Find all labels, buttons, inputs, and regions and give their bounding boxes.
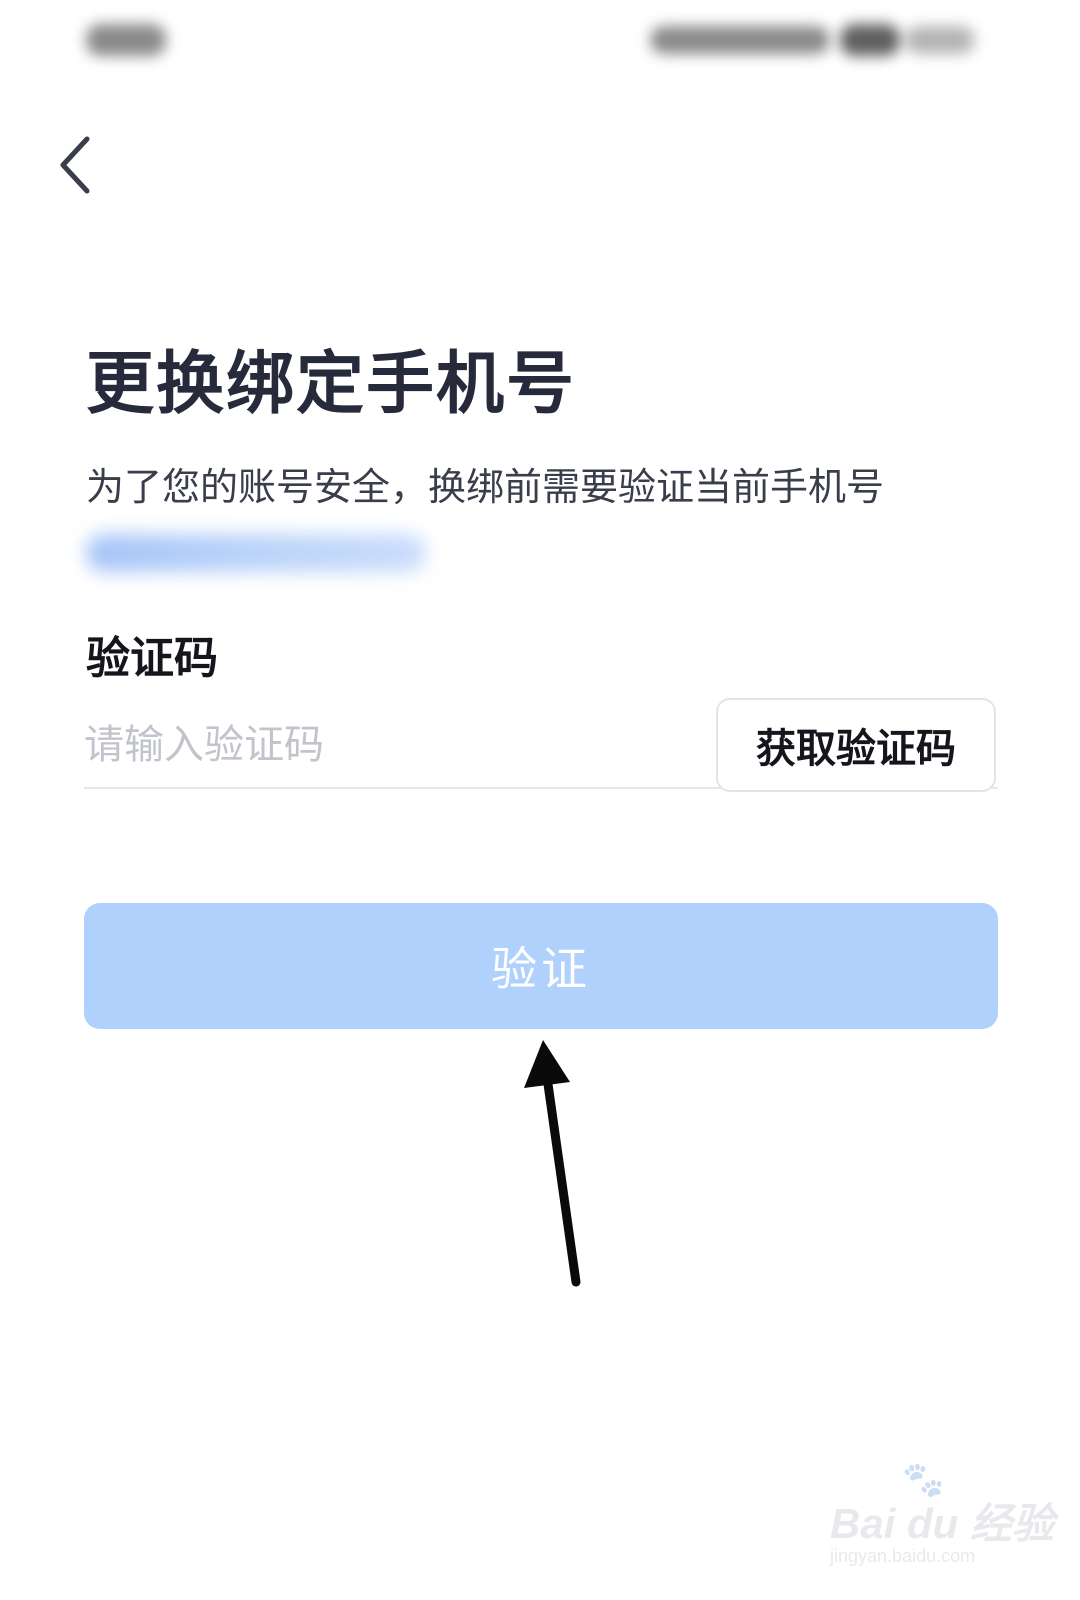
verify-button[interactable]: 验证 — [84, 903, 998, 1029]
watermark-url: jingyan.baidu.com — [830, 1546, 976, 1566]
chevron-left-icon — [60, 136, 90, 194]
get-code-button[interactable]: 获取验证码 — [716, 698, 996, 792]
verification-code-input[interactable] — [84, 708, 684, 782]
battery-icon — [840, 24, 900, 56]
arrow-up-annotation — [524, 1040, 581, 1287]
change-phone-page: 更换绑定手机号 为了您的账号安全，换绑前需要验证当前手机号 验证码 获取验证码 … — [0, 0, 1080, 1600]
current-phone-number-blurred — [86, 534, 426, 572]
status-bar — [0, 0, 1080, 90]
status-percent-blurred — [905, 26, 975, 54]
status-time-blurred — [86, 24, 166, 56]
page-subtitle: 为了您的账号安全，换绑前需要验证当前手机号 — [86, 465, 885, 509]
status-icons-blurred — [650, 26, 830, 54]
back-button[interactable] — [40, 120, 110, 210]
page-title: 更换绑定手机号 — [86, 345, 577, 424]
baidu-jingyan-watermark: 🐾 Bai du 经验 jingyan.baidu.com — [830, 1460, 1054, 1590]
watermark-logo-text: Bai du 经验 — [830, 1500, 1055, 1547]
code-label: 验证码 — [86, 633, 218, 684]
